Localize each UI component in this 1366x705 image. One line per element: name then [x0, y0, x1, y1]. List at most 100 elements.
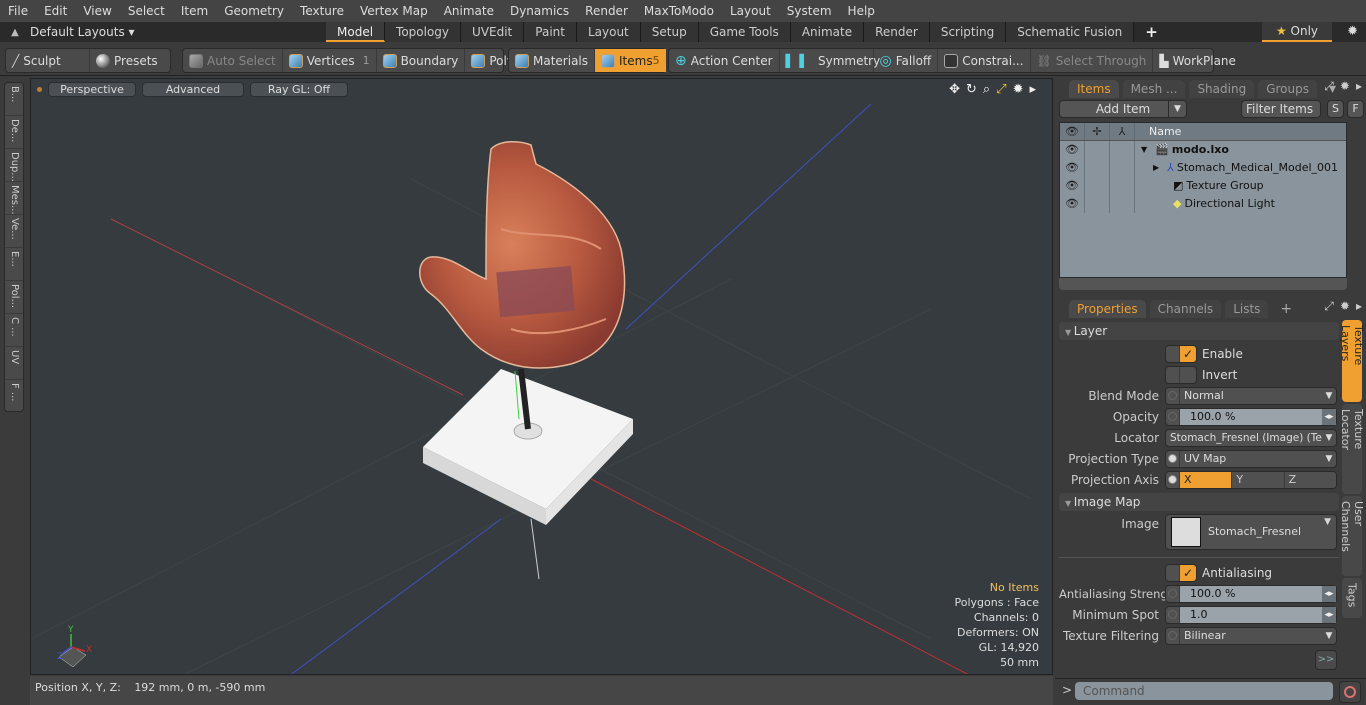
viewport-status-dot[interactable] [37, 87, 42, 92]
eye-icon[interactable]: 👁 [1060, 195, 1085, 213]
slider-arrows-icon[interactable]: ◂▸ [1322, 408, 1336, 425]
side-tab-texture-layers[interactable]: Texture Layers [1339, 320, 1365, 402]
constraints-button[interactable]: Constrai... [938, 49, 1031, 72]
expand-arrow-icon[interactable]: ▼ [1141, 141, 1147, 159]
more-options-button[interactable]: >> [1315, 650, 1337, 670]
menu-dynamics[interactable]: Dynamics [502, 0, 577, 22]
menu-texture[interactable]: Texture [292, 0, 352, 22]
left-tool-4[interactable]: Ve... [5, 215, 23, 248]
panel-settings-icon[interactable]: ✹ [1340, 299, 1350, 314]
items-button[interactable]: Items 5 [595, 49, 666, 72]
auto-select-button[interactable]: Auto Select [183, 49, 283, 72]
tab-render[interactable]: Render [864, 22, 930, 42]
menu-file[interactable]: File [0, 0, 36, 22]
eye-icon[interactable]: 👁 [1060, 177, 1085, 195]
raygl-toggle[interactable]: Ray GL: Off [250, 82, 348, 97]
menu-edit[interactable]: Edit [36, 0, 75, 22]
menu-geometry[interactable]: Geometry [216, 0, 292, 22]
left-tool-9[interactable]: F ... [5, 380, 23, 413]
menu-layout[interactable]: Layout [722, 0, 779, 22]
visibility-column-icon[interactable]: 👁 [1060, 123, 1085, 140]
vertices-button[interactable]: Vertices 1 [283, 49, 377, 72]
menu-render[interactable]: Render [577, 0, 636, 22]
tree-row[interactable]: 👁 ◩ Texture Group [1060, 177, 1346, 195]
texture-filtering-select[interactable]: Bilinear ▼ [1165, 626, 1337, 645]
tab-properties[interactable]: Properties [1069, 300, 1146, 318]
add-item-button[interactable]: Add Item ▼ [1059, 100, 1187, 118]
s-button[interactable]: S [1327, 100, 1344, 118]
left-tool-5[interactable]: E... [5, 248, 23, 281]
min-spot-field[interactable]: 1.0 ◂▸ [1165, 605, 1337, 624]
record-macro-button[interactable] [1339, 681, 1361, 703]
locator-select[interactable]: Stomach_Fresnel (Image) (Te... ▼ [1165, 428, 1337, 447]
tab-uvedit[interactable]: UVEdit [461, 22, 525, 42]
add-panel-tab-button[interactable]: + [1272, 300, 1300, 318]
tab-mesh[interactable]: Mesh ... [1122, 80, 1186, 98]
side-tab-tags[interactable]: Tags [1342, 578, 1362, 618]
menu-select[interactable]: Select [120, 0, 173, 22]
maximize-view-icon[interactable]: ⤢ [996, 82, 1006, 97]
symmetry-button[interactable]: ▌▐ Symmetry [780, 49, 880, 72]
image-map-section-header[interactable]: ▼ Image Map [1059, 493, 1339, 511]
zoom-view-icon[interactable]: ⌕ [983, 82, 990, 97]
expand-panel-icon[interactable]: ⤢ [1324, 79, 1334, 94]
axis-z-button[interactable]: Z [1285, 472, 1336, 488]
tree-horizontal-scrollbar[interactable] [1059, 278, 1347, 290]
axis-y-button[interactable]: Y [1232, 471, 1285, 488]
projection-type-select[interactable]: UV Map ▼ [1165, 449, 1337, 468]
perspective-dropdown[interactable]: Perspective [48, 82, 136, 97]
expand-arrow-icon[interactable]: ▶ [1153, 159, 1159, 177]
antialiasing-checkbox[interactable]: ✓ [1165, 563, 1197, 582]
tab-game-tools[interactable]: Game Tools [698, 22, 791, 42]
sculpt-button[interactable]: ╱ Sculpt [6, 49, 90, 72]
add-tab-button[interactable]: + [1134, 22, 1169, 42]
name-column-header[interactable]: Name [1135, 123, 1181, 140]
panel-settings-icon[interactable]: ✹ [1340, 79, 1350, 94]
left-tool-0[interactable]: B... [5, 83, 23, 116]
slider-arrows-icon[interactable]: ◂▸ [1322, 585, 1336, 602]
collapse-up-icon[interactable]: ▲ [0, 27, 30, 38]
left-tool-6[interactable]: Pol... [5, 281, 23, 314]
select-through-button[interactable]: ⛓ Select Through [1031, 49, 1154, 72]
materials-button[interactable]: Materials [509, 49, 596, 72]
lock-column-icon[interactable]: ✢ [1085, 123, 1110, 140]
expand-panel-icon[interactable]: ⤢ [1324, 299, 1334, 314]
menu-help[interactable]: Help [840, 0, 883, 22]
blend-mode-select[interactable]: Normal ▼ [1165, 386, 1337, 405]
tree-row[interactable]: 👁 ◆ Directional Light [1060, 195, 1346, 213]
type-column-icon[interactable]: ⅄ [1110, 123, 1135, 140]
move-view-icon[interactable]: ✥ [949, 82, 960, 97]
eye-icon[interactable]: 👁 [1060, 159, 1085, 177]
menu-view[interactable]: View [75, 0, 119, 22]
tab-channels[interactable]: Channels [1149, 300, 1222, 318]
gear-icon[interactable]: ✹ [1347, 24, 1358, 39]
menu-item[interactable]: Item [173, 0, 216, 22]
left-tool-7[interactable]: C ... [5, 314, 23, 347]
aa-strength-field[interactable]: 100.0 % ◂▸ [1165, 584, 1337, 603]
left-tool-1[interactable]: De... [5, 116, 23, 149]
tab-setup[interactable]: Setup [640, 22, 699, 42]
shading-dropdown[interactable]: Advanced [142, 82, 244, 97]
axis-x-button[interactable]: X [1180, 471, 1233, 488]
menu-vertex-map[interactable]: Vertex Map [352, 0, 436, 22]
presets-button[interactable]: Presets [90, 49, 164, 72]
enable-checkbox[interactable]: ✓ [1165, 344, 1197, 363]
invert-checkbox[interactable] [1165, 365, 1197, 384]
slider-arrows-icon[interactable]: ◂▸ [1322, 606, 1336, 623]
add-item-dropdown-icon[interactable]: ▼ [1168, 101, 1186, 117]
f-button[interactable]: F [1347, 100, 1364, 118]
tree-row[interactable]: 👁 ▼ 🎬 modo.lxo [1060, 141, 1346, 159]
tab-animate[interactable]: Animate [790, 22, 865, 42]
filter-items-input[interactable]: Filter Items [1241, 100, 1321, 118]
menu-maxtomodo[interactable]: MaxToModo [636, 0, 722, 22]
image-select[interactable]: Stomach_Fresnel ▼ [1165, 514, 1337, 550]
tab-lists[interactable]: Lists [1225, 300, 1269, 318]
panel-more-icon[interactable]: ▸ [1356, 79, 1362, 94]
tab-groups[interactable]: Groups [1258, 80, 1317, 98]
default-layouts-dropdown[interactable]: Default Layouts ▾ [30, 25, 326, 39]
viewport-settings-icon[interactable]: ✹ [1013, 82, 1024, 97]
action-center-button[interactable]: ⊕ Action Center [669, 49, 780, 72]
tab-shading[interactable]: Shading [1189, 80, 1255, 98]
tab-schematic-fusion[interactable]: Schematic Fusion [1006, 22, 1135, 42]
tab-model[interactable]: Model [326, 22, 386, 42]
